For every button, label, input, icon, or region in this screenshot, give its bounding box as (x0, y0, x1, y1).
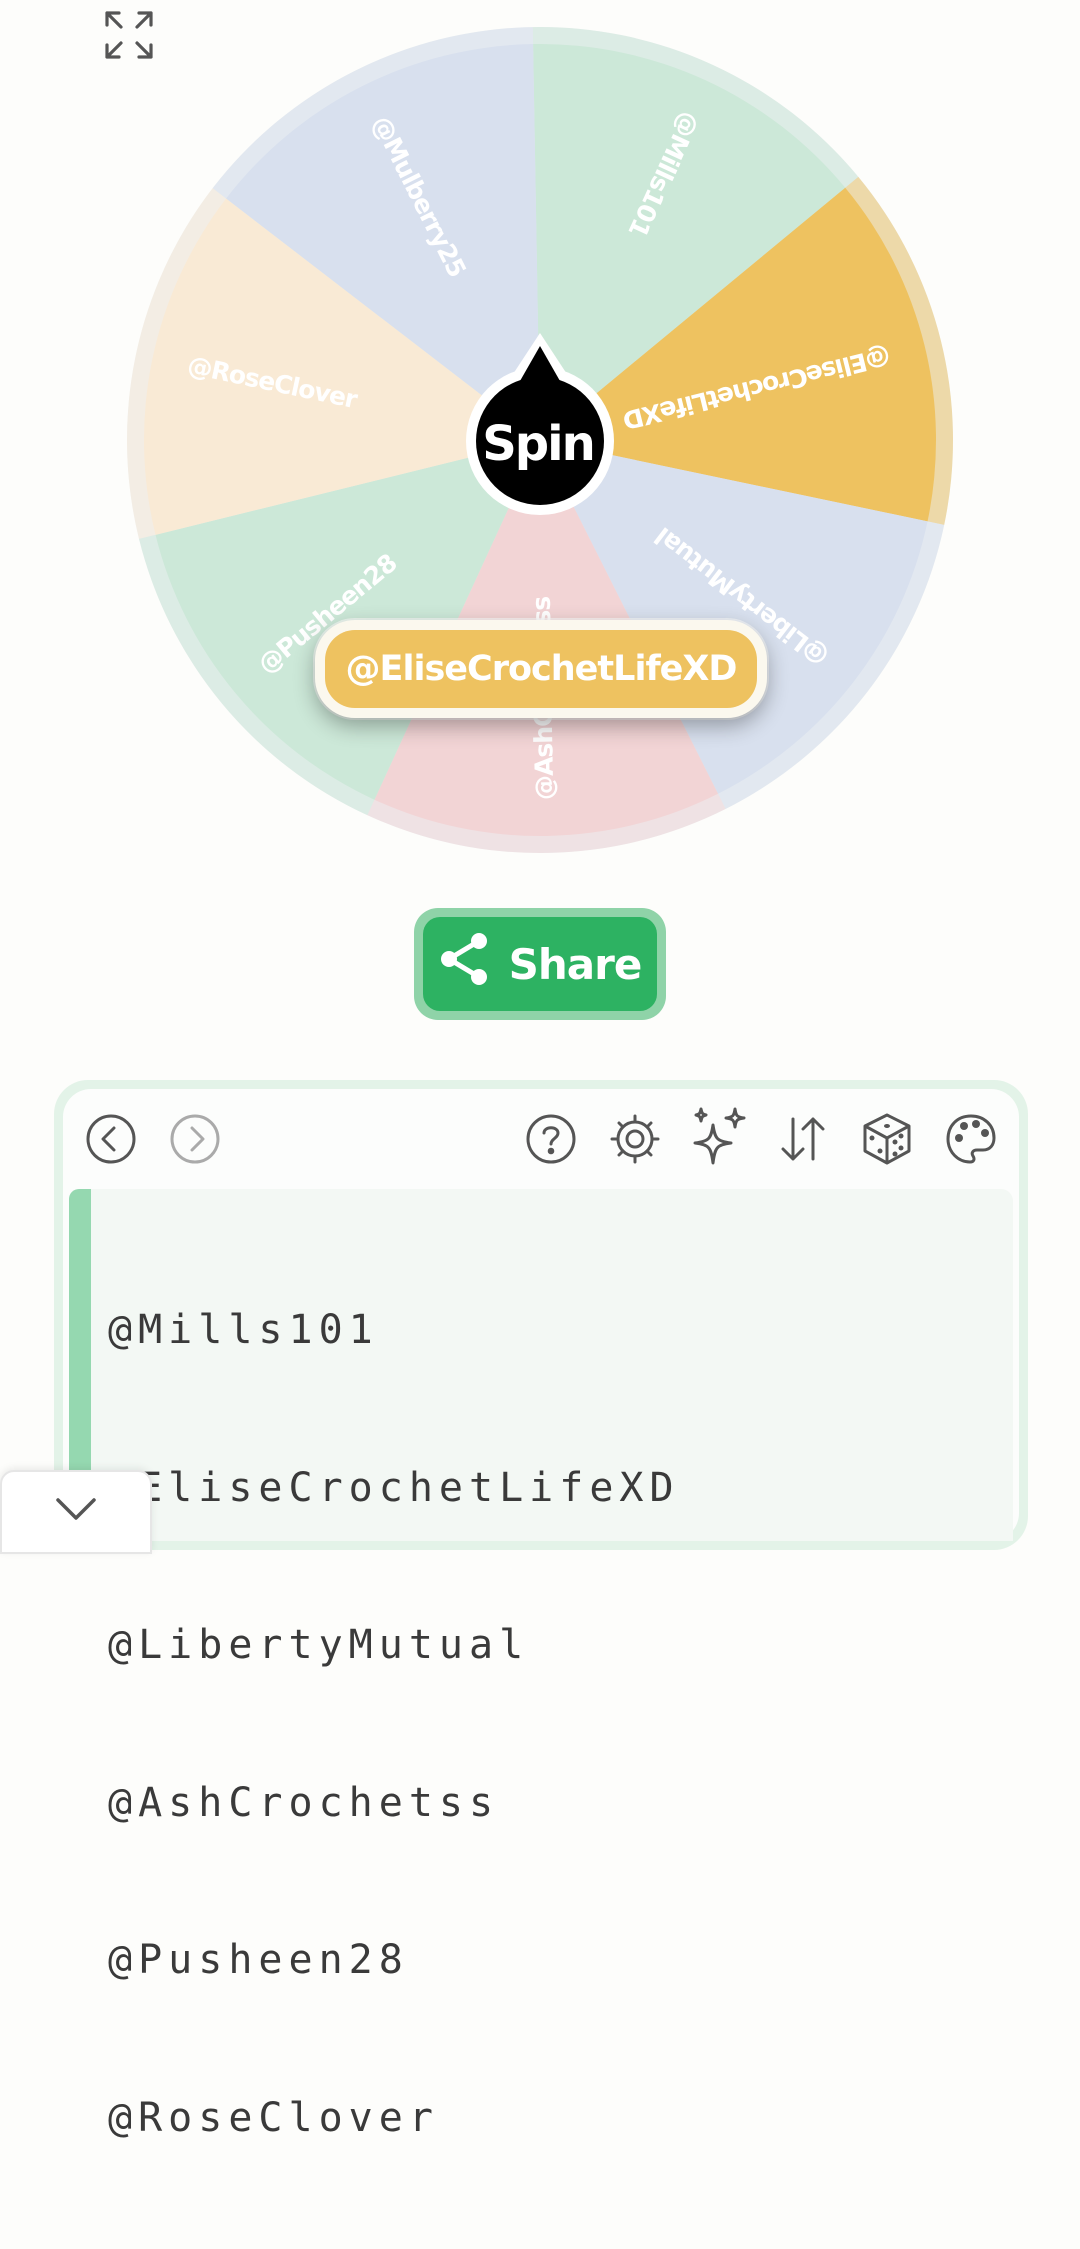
back-icon[interactable] (83, 1111, 139, 1167)
entry-line: @AshCrochetss (108, 1779, 500, 1826)
settings-icon[interactable] (607, 1111, 663, 1167)
dice-icon[interactable] (859, 1111, 915, 1167)
spin-label: Spin (482, 416, 594, 472)
collapse-panel-button[interactable] (0, 1470, 152, 1554)
entries-textarea[interactable]: @Mills101 @EliseCrochetLifeXD @LibertyMu… (69, 1189, 1013, 2141)
entry-line: @RoseClover (108, 2094, 439, 2141)
sparkles-icon[interactable] (687, 1105, 751, 1169)
forward-icon[interactable] (167, 1111, 223, 1167)
palette-icon[interactable] (943, 1111, 999, 1167)
share-label: Share (508, 939, 643, 989)
spin-wheel[interactable]: @Mills101 @EliseCrochetLifeXD @LibertyMutu… (0, 0, 1080, 880)
entry-line: @Mills101 (108, 1307, 379, 1353)
result-banner: @EliseCrochetLifeXD (315, 620, 767, 718)
result-text: @EliseCrochetLifeXD (325, 630, 757, 708)
entry-line: @Pusheen28 (108, 1937, 409, 1983)
share-icon (439, 931, 491, 997)
share-button[interactable]: Share (414, 908, 666, 1020)
chevron-down-icon (56, 1498, 96, 1520)
entry-line: @LibertyMutual (108, 1622, 530, 1668)
help-icon[interactable] (523, 1111, 579, 1167)
sort-icon[interactable] (775, 1111, 831, 1167)
entry-line: @EliseCrochetLifeXD (108, 1464, 680, 1511)
entries-panel: @Mills101 @EliseCrochetLifeXD @LibertyMu… (54, 1080, 1028, 2141)
